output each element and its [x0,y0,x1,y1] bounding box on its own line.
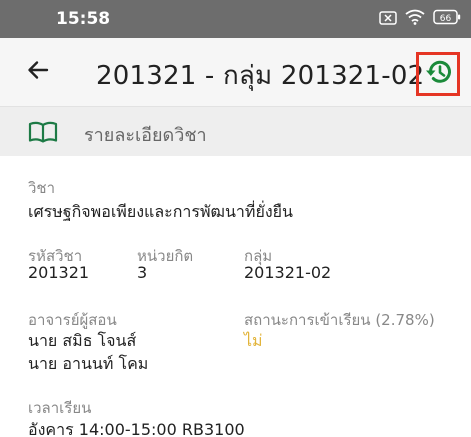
attendance-value: ไม่ [244,331,263,350]
history-icon [423,57,453,91]
class-time-label: เวลาเรียน [28,399,92,417]
course-code-value: 201321 [28,263,90,282]
status-time: 15:58 [56,9,111,29]
status-bar: 15:58 66 [0,0,471,38]
back-button[interactable] [22,56,54,88]
instructor-name: นาย อานนท์ โคม [28,354,149,373]
instructor-name: นาย สมิธ โจนส์ [28,331,137,350]
page-title: 201321 - กลุ่ม 201321-02 [96,61,425,91]
app-bar: 201321 - กลุ่ม 201321-02 [0,38,471,106]
class-time-value: อังคาร 14:00-15:00 RB3100 [28,420,245,437]
course-details: วิชา เศรษฐกิจพอเพียงและการพัฒนาที่ยั่งยื… [0,156,471,437]
credit-value: 3 [137,263,148,282]
wifi-icon [405,9,425,29]
section-title: รายละเอียดวิชา [84,125,207,146]
section-header: รายละเอียดวิชา [0,106,471,156]
book-icon [28,121,58,147]
history-button[interactable] [416,52,460,96]
subject-value: เศรษฐกิจพอเพียงและการพัฒนาที่ยั่งยืน [28,202,293,221]
battery-icon: 66 [433,9,461,29]
status-icons: 66 [379,9,461,29]
battery-level: 66 [440,14,452,24]
subject-label: วิชา [28,179,56,197]
group-value: 201321-02 [244,263,332,282]
close-box-icon [379,10,397,29]
attendance-label: สถานะการเข้าเรียน (2.78%) [244,311,435,329]
arrow-left-icon [26,58,50,86]
